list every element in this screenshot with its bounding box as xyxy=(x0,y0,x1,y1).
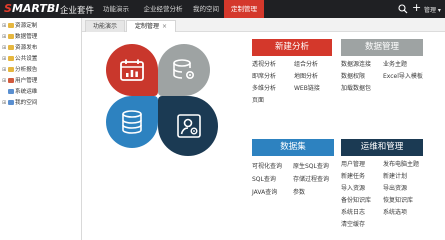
new-analysis-heading[interactable]: 新建分析 xyxy=(252,39,332,56)
tab-bar: 功能演示 定制管理 × xyxy=(82,18,445,32)
link-import-resource[interactable]: 导入资源 xyxy=(341,184,365,193)
nav-item-business-analysis[interactable]: 企业经营分析 xyxy=(138,0,188,18)
new-analysis-tile[interactable] xyxy=(106,44,158,96)
link-map-analysis[interactable]: 地图分析 xyxy=(294,72,318,81)
sidebar-item-label: 资源定制 xyxy=(15,23,38,29)
link-new-plan[interactable]: 新建计划 xyxy=(383,172,407,181)
link-export-resource[interactable]: 导出资源 xyxy=(383,184,407,193)
link-datasource-connection[interactable]: 数据源连接 xyxy=(341,60,371,69)
link-combo-analysis[interactable]: 组合分析 xyxy=(294,60,318,69)
link-system-options[interactable]: 系统选项 xyxy=(383,208,407,217)
sidebar-item[interactable]: ⊞ 资源定制 xyxy=(2,22,37,31)
folder-icon xyxy=(8,99,14,105)
sidebar-item-label: 数据管理 xyxy=(15,34,38,40)
link-backup-knowledge-base[interactable]: 备份知识库 xyxy=(341,196,371,205)
link-pivot-analysis[interactable]: 透视分析 xyxy=(252,60,276,69)
ops-management-heading[interactable]: 运维和管理 xyxy=(341,139,423,156)
folder-icon xyxy=(8,66,14,72)
suite-title: 企业套件 xyxy=(60,6,95,16)
folder-icon xyxy=(8,44,14,50)
link-data-permission[interactable]: 数据权限 xyxy=(341,72,365,81)
nav-item-custom-mgmt[interactable]: 定制管理 xyxy=(224,0,264,18)
ops-management-tile[interactable] xyxy=(158,96,218,156)
link-web-link[interactable]: WEB链接 xyxy=(294,84,320,93)
dataset-heading[interactable]: 数据集 xyxy=(252,139,334,156)
link-system-log[interactable]: 系统日志 xyxy=(341,208,365,217)
tab-demo[interactable]: 功能演示 xyxy=(85,20,125,32)
link-load-data-package[interactable]: 加载数据包 xyxy=(341,84,371,93)
link-publish-theme[interactable]: 发布电脑主题 xyxy=(383,160,419,169)
database-icon xyxy=(122,110,142,134)
sidebar-item[interactable]: ⊞ 数据管理 xyxy=(2,33,37,42)
ops-management-panel: 运维和管理 用户管理 新建任务 导入资源 备份知识库 系统日志 清空缓存 发布电… xyxy=(341,139,423,239)
nav-item-demo[interactable]: 功能演示 xyxy=(94,0,138,18)
search-icon[interactable] xyxy=(398,4,408,14)
calendar-chart-icon xyxy=(120,59,144,81)
link-java-query[interactable]: JAVA查询 xyxy=(252,188,277,197)
sidebar-item-label: 我的空间 xyxy=(15,100,38,106)
tab-custom-mgmt[interactable]: 定制管理 × xyxy=(126,20,176,32)
sidebar-item-label: 用户管理 xyxy=(15,78,38,84)
link-clear-cache[interactable]: 清空缓存 xyxy=(341,220,365,229)
sidebar-item[interactable]: 系统运维 xyxy=(2,88,37,97)
dataset-panel: 数据集 可视化查询 SQL查询 JAVA查询 原生SQL查询 存储过程查询 参数 xyxy=(252,139,334,219)
sidebar-item-label: 资源发布 xyxy=(15,45,38,51)
link-visual-query[interactable]: 可视化查询 xyxy=(252,162,282,171)
link-business-theme[interactable]: 业务主题 xyxy=(383,60,407,69)
database-settings-icon xyxy=(173,59,195,80)
folder-icon xyxy=(8,22,14,28)
link-page[interactable]: 页面 xyxy=(252,96,264,105)
smartbi-logo[interactable]: SMARTBI xyxy=(4,2,59,15)
link-restore-knowledge-base[interactable]: 恢复知识库 xyxy=(383,196,413,205)
folder-icon xyxy=(8,33,14,39)
main-content: 新建分析 透视分析 即席分析 多维分析 页面 组合分析 地图分析 WEB链接 数… xyxy=(82,32,445,240)
link-stored-procedure-query[interactable]: 存储过程查询 xyxy=(293,175,329,184)
sidebar-item[interactable]: ⊞ 用户管理 xyxy=(2,77,37,86)
sidebar-item[interactable]: ⊞ 我的空间 xyxy=(2,99,37,108)
folder-icon xyxy=(8,77,14,83)
sidebar-item[interactable]: ⊞ 公共设置 xyxy=(2,55,37,64)
user-menu[interactable]: 管理 ▾ xyxy=(424,5,441,14)
nav-item-my-space[interactable]: 我的空间 xyxy=(188,0,224,18)
sidebar-item-label: 公共设置 xyxy=(15,56,38,62)
new-analysis-panel: 新建分析 透视分析 即席分析 多维分析 页面 组合分析 地图分析 WEB链接 xyxy=(252,39,332,119)
dataset-tile[interactable] xyxy=(106,96,158,148)
link-olap-analysis[interactable]: 多维分析 xyxy=(252,84,276,93)
link-parameter[interactable]: 参数 xyxy=(293,188,305,197)
link-user-management[interactable]: 用户管理 xyxy=(341,160,365,169)
folder-icon xyxy=(8,55,14,61)
data-management-heading[interactable]: 数据管理 xyxy=(341,39,423,56)
link-sql-query[interactable]: SQL查询 xyxy=(252,175,276,184)
data-management-panel: 数据管理 数据源连接 数据权限 加载数据包 业务主题 Excel导入模板 xyxy=(341,39,423,119)
link-adhoc-analysis[interactable]: 即席分析 xyxy=(252,72,276,81)
sidebar-item-label: 系统运维 xyxy=(15,89,38,95)
data-management-tile[interactable] xyxy=(158,44,210,96)
top-bar: SMARTBI 企业套件 功能演示 企业经营分析 我的空间 定制管理 + 管理 … xyxy=(0,0,445,18)
link-native-sql-query[interactable]: 原生SQL查询 xyxy=(293,162,329,171)
add-icon[interactable]: + xyxy=(412,2,421,14)
user-settings-icon xyxy=(177,114,201,138)
folder-icon xyxy=(8,88,14,94)
sidebar-item[interactable]: ⊞ 资源发布 xyxy=(2,44,37,53)
sidebar-item[interactable]: ⊞ 分析报告 xyxy=(2,66,37,75)
sidebar-item-label: 分析报告 xyxy=(15,67,38,73)
sidebar-tree: ⊞ 资源定制 ⊞ 数据管理 ⊞ 资源发布 ⊞ 公共设置 ⊞ 分析报告 ⊞ 用户管理系统运维 ⊞ 我的空间 xyxy=(0,18,82,240)
close-tab-icon[interactable]: × xyxy=(162,23,167,30)
link-new-task[interactable]: 新建任务 xyxy=(341,172,365,181)
link-excel-import-template[interactable]: Excel导入模板 xyxy=(383,72,423,81)
